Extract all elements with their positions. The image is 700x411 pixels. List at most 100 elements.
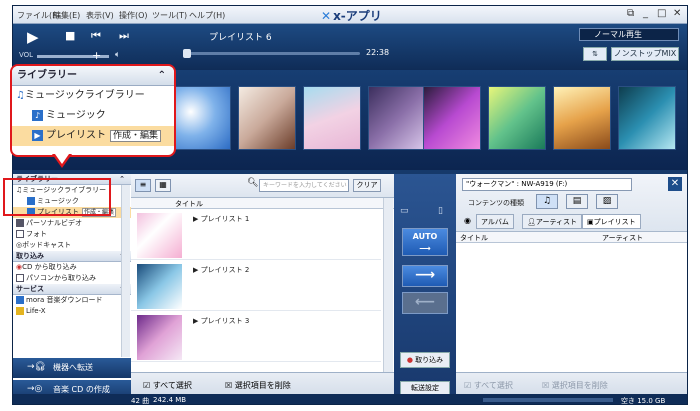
play-mode-select[interactable]: ノーマル再生: [579, 28, 679, 41]
transfer-left-button[interactable]: ⟵: [402, 292, 448, 314]
service-header[interactable]: サービス⌃: [13, 284, 131, 295]
music-icon: ♪: [32, 109, 43, 121]
album-cover[interactable]: [553, 86, 611, 150]
stop-button[interactable]: ■: [65, 29, 75, 42]
minimize-button[interactable]: _: [643, 8, 648, 19]
disc-view-icon[interactable]: ◉: [464, 216, 471, 225]
callout-item-playlist: ▶ プレイリスト 作成・編集: [12, 126, 174, 146]
menu-edit[interactable]: 編集(E): [53, 10, 80, 21]
next-button[interactable]: ⏭: [119, 29, 129, 43]
search-input[interactable]: キーワードを入力してください: [259, 179, 349, 192]
import-button[interactable]: ● 取り込み: [400, 352, 450, 368]
menu-tools[interactable]: ツール(T): [152, 10, 187, 21]
storage-bar: [483, 398, 613, 402]
nonstop-mix-button[interactable]: ノンストップMIX: [611, 47, 679, 61]
playlist-scrollbar[interactable]: [383, 198, 393, 372]
sidebar-item-photo[interactable]: フォト: [13, 229, 131, 240]
menu-help[interactable]: ヘルプ(H): [189, 10, 225, 21]
select-all-button[interactable]: ☑ すべて選択: [143, 380, 192, 391]
playlist-thumbnail: [137, 213, 182, 258]
callout-item-label: プレイリスト: [46, 130, 106, 141]
sidebar-item-pc-import[interactable]: パソコンから取り込み: [13, 273, 131, 284]
pc-icon: [16, 274, 24, 282]
disc-icon: →◎: [27, 384, 43, 394]
menu-operation[interactable]: 操作(O): [119, 10, 148, 21]
collapse-icon[interactable]: ⌃: [119, 174, 125, 185]
import-icon: ●: [406, 356, 413, 364]
music-note-icon: ♫: [16, 90, 25, 101]
photo-content-button[interactable]: ▨: [596, 194, 618, 209]
sidebar-item-personal-video[interactable]: パーソナルビデオ: [13, 218, 131, 229]
table-row[interactable]: ▶ プレイリスト 1: [131, 210, 381, 260]
album-cover[interactable]: [368, 86, 426, 150]
previous-button[interactable]: ⏮: [91, 29, 101, 43]
album-cover[interactable]: [423, 86, 481, 150]
album-cover[interactable]: [303, 86, 361, 150]
transfer-settings-button[interactable]: 転送設定: [400, 381, 450, 395]
list-view-icon[interactable]: ≡: [135, 179, 151, 192]
device-title-column[interactable]: タイトル: [460, 233, 488, 243]
sidebar-item-podcast[interactable]: ◎ポッドキャスト: [13, 240, 131, 251]
playlist-name: ▶ プレイリスト 1: [193, 215, 250, 223]
clear-button[interactable]: クリア: [353, 179, 381, 192]
tab-album[interactable]: アルバム: [476, 214, 514, 229]
album-cover[interactable]: [238, 86, 296, 150]
device-delete-selected-button[interactable]: ☒ 選択項目を削除: [542, 380, 608, 391]
table-row[interactable]: ▶ プレイリスト 3: [131, 312, 381, 362]
callout-item-label: ミュージックライブラリー: [24, 90, 145, 101]
close-button[interactable]: ✕: [673, 8, 681, 19]
shuffle-button[interactable]: ⇅: [583, 47, 607, 61]
callout-header-label: ライブラリー: [17, 70, 77, 81]
arrow-right-icon: ⟶: [414, 267, 436, 283]
sidebar-item-label: パーソナルビデオ: [26, 219, 82, 227]
seek-knob[interactable]: [183, 49, 191, 58]
menu-bar: ファイル(F) 編集(E) 表示(V) 操作(O) ツール(T) ヘルプ(H) …: [13, 6, 687, 24]
playlist-column-header: タイトル: [131, 198, 394, 209]
tab-playlist[interactable]: ▣プレイリスト: [582, 214, 641, 229]
grid-view-icon[interactable]: ▦: [155, 179, 171, 192]
sidebar-item-life-x[interactable]: Life-X: [13, 306, 131, 317]
video-icon: [16, 219, 24, 227]
video-content-button[interactable]: ▤: [566, 194, 588, 209]
sidebar-item-mora[interactable]: mora 音楽ダウンロード: [13, 295, 131, 306]
speaker-icon[interactable]: 🔈︎: [115, 50, 120, 60]
device-select[interactable]: "ウォークマン" : NW-A919 (F:): [462, 178, 632, 191]
playlist-toolbar: ≡ ▦ 🔍︎ キーワードを入力してください クリア: [131, 174, 394, 198]
menu-view[interactable]: 表示(V): [86, 10, 114, 21]
select-all-label: すべて選択: [152, 381, 192, 390]
import-header-label: 取り込み: [16, 252, 44, 260]
sidebar-item-label: ポッドキャスト: [22, 241, 72, 249]
app-title-text: x-アプリ: [333, 9, 382, 23]
auto-transfer-button[interactable]: AUTO ⟶: [402, 228, 448, 256]
play-button[interactable]: ▶: [27, 28, 39, 46]
album-cover[interactable]: [488, 86, 546, 150]
playlist-name-text: プレイリスト 2: [200, 266, 250, 274]
device-toolbar: "ウォークマン" : NW-A919 (F:) ✕ コンテンツの種類 ♫ ▤ ▨…: [456, 174, 687, 232]
device-select-all-button[interactable]: ☑ すべて選択: [464, 380, 513, 391]
library-scrollbar[interactable]: [121, 185, 130, 357]
sidebar-item-cd-import[interactable]: ◉CD から取り込み: [13, 262, 131, 273]
playlist-name: ▶ プレイリスト 2: [193, 266, 250, 274]
transfer-right-button[interactable]: ⟶: [402, 265, 448, 287]
album-cover[interactable]: [618, 86, 676, 150]
title-column-header[interactable]: タイトル: [175, 199, 203, 209]
tab-artist[interactable]: 👤︎アーティスト: [522, 214, 583, 229]
album-cover[interactable]: [173, 86, 231, 150]
table-row[interactable]: ▶ プレイリスト 2: [131, 261, 381, 311]
mini-player-icon[interactable]: ⧉: [627, 8, 634, 19]
delete-selected-button[interactable]: ☒ 選択項目を削除: [225, 380, 291, 391]
seek-bar[interactable]: [183, 49, 360, 58]
volume-plus-icon[interactable]: +: [92, 49, 101, 62]
playlist-thumbnail: [137, 264, 182, 309]
service-header-label: サービス: [16, 285, 44, 293]
maximize-button[interactable]: □: [657, 8, 666, 19]
close-device-pane-icon[interactable]: ✕: [668, 177, 682, 191]
device-pane: "ウォークマン" : NW-A919 (F:) ✕ コンテンツの種類 ♫ ▤ ▨…: [456, 174, 687, 404]
mora-icon: [16, 296, 24, 304]
music-content-button[interactable]: ♫: [536, 194, 558, 209]
device-artist-column[interactable]: アーティスト: [602, 233, 643, 243]
playlist-name-text: プレイリスト 1: [200, 215, 250, 223]
import-header[interactable]: 取り込み⌃: [13, 251, 131, 262]
collapse-icon: ⌃: [157, 70, 166, 81]
free-space: 空き 15.0 GB: [621, 397, 666, 405]
